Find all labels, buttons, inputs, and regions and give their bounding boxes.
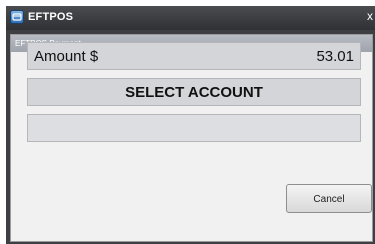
amount-row: Amount $ 53.01	[27, 42, 361, 70]
eftpos-app-icon	[10, 10, 24, 24]
amount-label: Amount $	[34, 48, 99, 65]
select-account-prompt: SELECT ACCOUNT	[27, 78, 361, 106]
eftpos-window: EFTPOS x EFTPOS Payment Amount $ 53.01 S…	[6, 6, 375, 244]
close-icon[interactable]: x	[367, 9, 373, 23]
cancel-button[interactable]: Cancel	[286, 184, 372, 213]
title-bar: EFTPOS x	[6, 6, 375, 30]
status-message-row	[27, 114, 361, 142]
amount-value: 53.01	[316, 48, 354, 65]
window-title: EFTPOS	[28, 11, 74, 23]
select-account-text: SELECT ACCOUNT	[125, 84, 263, 101]
